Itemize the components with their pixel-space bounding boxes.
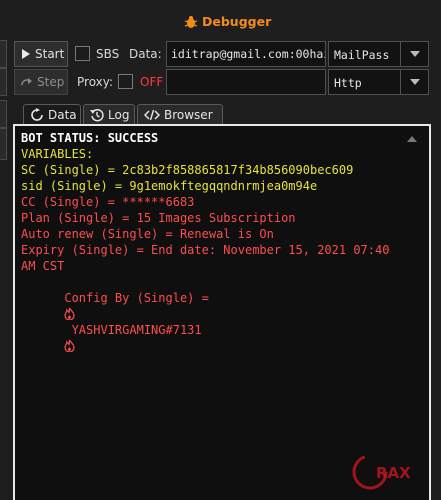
tab-log-label: Log bbox=[108, 107, 130, 122]
bug-icon bbox=[184, 15, 198, 28]
tab-browser-label: Browser bbox=[164, 107, 213, 122]
redo-icon bbox=[21, 78, 32, 86]
config-line-author: YASHVIRGAMING#7131 bbox=[64, 323, 209, 337]
refresh-icon bbox=[31, 107, 43, 121]
title-bar: Debugger bbox=[0, 0, 441, 36]
proxy-type-select[interactable]: Http bbox=[328, 69, 429, 95]
output-line-plan: Plan (Single) = 15 Images Subscription bbox=[21, 211, 296, 225]
type-select[interactable]: MailPass bbox=[328, 41, 429, 67]
crax-watermark-logo: RAX bbox=[352, 454, 410, 490]
history-icon bbox=[90, 108, 104, 121]
start-label: Start bbox=[35, 47, 65, 61]
left-panel-edge-4 bbox=[0, 128, 7, 160]
tab-data-label: Data bbox=[48, 107, 77, 122]
tab-log[interactable]: Log bbox=[83, 104, 135, 124]
tab-browser[interactable]: Browser bbox=[137, 104, 223, 124]
start-button[interactable]: Start bbox=[14, 41, 68, 67]
step-label: Step bbox=[37, 75, 65, 89]
proxy-checkbox[interactable] bbox=[118, 74, 133, 89]
output-line-cc: CC (Single) = ******6683 bbox=[21, 195, 195, 209]
window-title: Debugger bbox=[202, 14, 272, 29]
proxy-input[interactable] bbox=[166, 69, 326, 95]
proxy-state-label: OFF bbox=[140, 75, 164, 89]
sbs-label: SBS bbox=[96, 47, 120, 61]
fire-icon bbox=[64, 307, 75, 321]
code-icon bbox=[144, 109, 160, 120]
tab-data[interactable]: Data bbox=[23, 104, 81, 124]
config-line-prefix: Config By (Single) = bbox=[64, 291, 217, 305]
play-icon bbox=[22, 49, 30, 59]
title-wrap: Debugger bbox=[183, 14, 271, 29]
proxy-label: Proxy: bbox=[77, 75, 114, 89]
left-panel-edge-3 bbox=[0, 100, 7, 128]
output-text: BOT STATUS: SUCCESS VARIABLES: SC (Singl… bbox=[21, 130, 411, 370]
output-line-auto-renew: Auto renew (Single) = Renewal is On bbox=[21, 227, 274, 241]
output-line-sc: SC (Single) = 2c83b2f858865817f34b856090… bbox=[21, 163, 354, 177]
chevron-down-icon[interactable] bbox=[400, 70, 428, 94]
fire-icon bbox=[64, 339, 75, 353]
output-line-config: Config By (Single) = YASHVIRGAMING#7131 bbox=[21, 274, 411, 370]
left-panel-edge-1 bbox=[0, 40, 7, 68]
output-panel[interactable]: BOT STATUS: SUCCESS VARIABLES: SC (Singl… bbox=[13, 124, 431, 500]
output-line-expiry: Expiry (Single) = End date: November 15,… bbox=[21, 243, 397, 273]
watermark-letters: RAX bbox=[376, 464, 410, 482]
data-input[interactable]: iditrap@gmail.com:00haze bbox=[166, 41, 326, 67]
left-panel-edge-2 bbox=[0, 68, 7, 96]
proxy-type-value: Http bbox=[334, 76, 362, 90]
type-select-value: MailPass bbox=[334, 48, 390, 62]
step-button[interactable]: Step bbox=[14, 69, 68, 95]
chevron-down-icon[interactable] bbox=[400, 42, 428, 66]
output-line-variables: VARIABLES: bbox=[21, 147, 94, 161]
output-line-status: BOT STATUS: SUCCESS bbox=[21, 131, 159, 145]
sbs-checkbox[interactable] bbox=[75, 46, 90, 61]
output-line-sid: sid (Single) = 9g1emokftegqqndnrmjea0m94… bbox=[21, 179, 318, 193]
data-label: Data: bbox=[129, 47, 162, 61]
